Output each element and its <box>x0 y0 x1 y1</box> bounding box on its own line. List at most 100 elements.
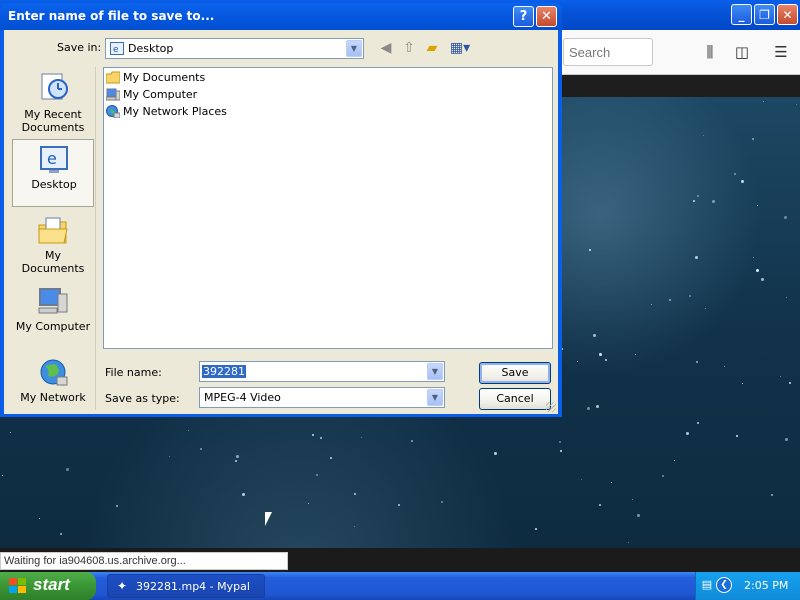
file-name-history[interactable]: ▼ <box>426 362 444 381</box>
star <box>724 366 725 367</box>
chevron-down-icon[interactable]: ▼ <box>427 363 443 380</box>
star <box>316 474 318 476</box>
save-button[interactable]: Save <box>479 362 551 384</box>
file-name-field[interactable]: 392281 ▼ <box>199 361 445 382</box>
star <box>39 518 40 519</box>
save-in-label: Save in: <box>57 41 102 54</box>
task-label: 392281.mp4 - Mypal <box>136 580 250 593</box>
star <box>695 256 698 259</box>
star <box>559 441 561 443</box>
star <box>587 407 590 410</box>
save-as-type-value: MPEG-4 Video <box>204 391 281 404</box>
my-computer-icon <box>38 288 68 314</box>
star <box>60 533 62 535</box>
star <box>599 504 601 506</box>
browser-close-button[interactable]: ✕ <box>777 4 798 25</box>
dialog-title-bar[interactable]: Enter name of file to save to... ? ✕ <box>0 3 562 30</box>
mypal-icon: ✦ <box>117 579 128 593</box>
star <box>662 475 664 477</box>
my-network-icon <box>40 359 68 386</box>
network-icon <box>106 105 120 118</box>
view-menu-icon[interactable]: ▦▾ <box>447 39 473 57</box>
star <box>757 205 758 206</box>
clock: 2:05 PM <box>744 579 789 592</box>
save-as-type-dropdown[interactable]: MPEG-4 Video ▼ <box>199 387 445 408</box>
star <box>756 269 759 272</box>
star <box>236 455 239 458</box>
place-label: Desktop <box>31 178 77 191</box>
star <box>535 528 537 530</box>
sidebar-icon[interactable]: ◫ <box>732 42 752 62</box>
place-my-recent-documents[interactable]: My Recent Documents <box>12 67 94 135</box>
star <box>752 138 754 140</box>
place-my-network[interactable]: My Network <box>12 353 94 410</box>
star <box>593 334 596 337</box>
mouse-cursor-icon <box>265 512 272 526</box>
star <box>577 361 578 362</box>
taskbar: start ✦ 392281.mp4 - Mypal ▤ ❮ 2:05 PM <box>0 572 800 600</box>
star <box>689 295 691 297</box>
restore-button[interactable]: ❐ <box>754 4 775 25</box>
resize-grip-icon[interactable] <box>546 402 556 412</box>
folder-icon <box>106 71 120 84</box>
keyboard-icon[interactable]: ▤ <box>700 578 714 592</box>
dialog-body: Save in: e Desktop ▼ ◀ ⇧ ▰ ▦▾ My Recent … <box>4 30 558 414</box>
start-label: start <box>33 575 70 594</box>
chevron-down-icon[interactable]: ▼ <box>346 40 362 57</box>
star <box>796 104 797 105</box>
star <box>674 460 675 461</box>
star <box>686 432 689 435</box>
save-in-dropdown[interactable]: e Desktop ▼ <box>105 38 364 59</box>
minimize-button[interactable]: _ <box>731 4 752 25</box>
file-list[interactable]: My Documents My Computer My Network Plac… <box>103 67 553 349</box>
star <box>116 505 118 507</box>
chevron-down-icon[interactable]: ▼ <box>427 389 443 406</box>
recent-documents-icon <box>41 73 68 100</box>
search-input[interactable]: Search <box>563 38 653 66</box>
file-name-value: 392281 <box>202 365 246 378</box>
place-desktop[interactable]: e Desktop <box>12 139 94 207</box>
taskbar-item-mypal[interactable]: ✦ 392281.mp4 - Mypal <box>107 574 265 598</box>
desktop-small-icon: e <box>110 42 124 55</box>
star <box>786 297 787 298</box>
library-icon[interactable]: ⫼ <box>700 42 720 62</box>
star <box>632 499 633 500</box>
svg-text:e: e <box>47 149 57 168</box>
start-button[interactable]: start <box>0 572 96 600</box>
save-in-value: Desktop <box>128 42 174 55</box>
dialog-close-button[interactable]: ✕ <box>536 6 557 27</box>
star <box>696 361 698 363</box>
up-folder-icon[interactable]: ⇧ <box>400 39 418 57</box>
star <box>330 457 332 459</box>
place-my-documents[interactable]: My Documents <box>12 211 94 279</box>
file-name-label: File name: <box>105 366 162 379</box>
help-button[interactable]: ? <box>513 6 534 27</box>
places-bar: My Recent Documents e Desktop My Documen… <box>12 67 96 410</box>
star <box>2 475 3 476</box>
file-name: My Computer <box>123 88 198 101</box>
star <box>785 438 788 441</box>
star <box>494 452 497 455</box>
star <box>411 440 413 442</box>
star <box>596 405 599 408</box>
menu-icon[interactable]: ☰ <box>771 42 791 62</box>
tray-expand-icon[interactable]: ❮ <box>716 577 732 593</box>
star <box>741 180 744 183</box>
my-documents-icon <box>38 217 68 244</box>
star <box>361 437 362 438</box>
star <box>398 504 400 506</box>
back-icon[interactable]: ◀ <box>377 39 395 57</box>
star <box>320 437 322 439</box>
place-label: My Documents <box>21 249 85 275</box>
place-my-computer[interactable]: My Computer <box>12 282 94 350</box>
save-as-type-label: Save as type: <box>105 392 180 405</box>
star <box>637 514 640 517</box>
star <box>763 101 764 102</box>
cancel-button[interactable]: Cancel <box>479 388 551 410</box>
new-folder-icon[interactable]: ▰ <box>423 39 441 57</box>
star <box>742 383 743 384</box>
dialog-title: Enter name of file to save to... <box>8 9 215 23</box>
star <box>441 501 443 503</box>
star <box>705 308 706 309</box>
star <box>697 195 699 197</box>
